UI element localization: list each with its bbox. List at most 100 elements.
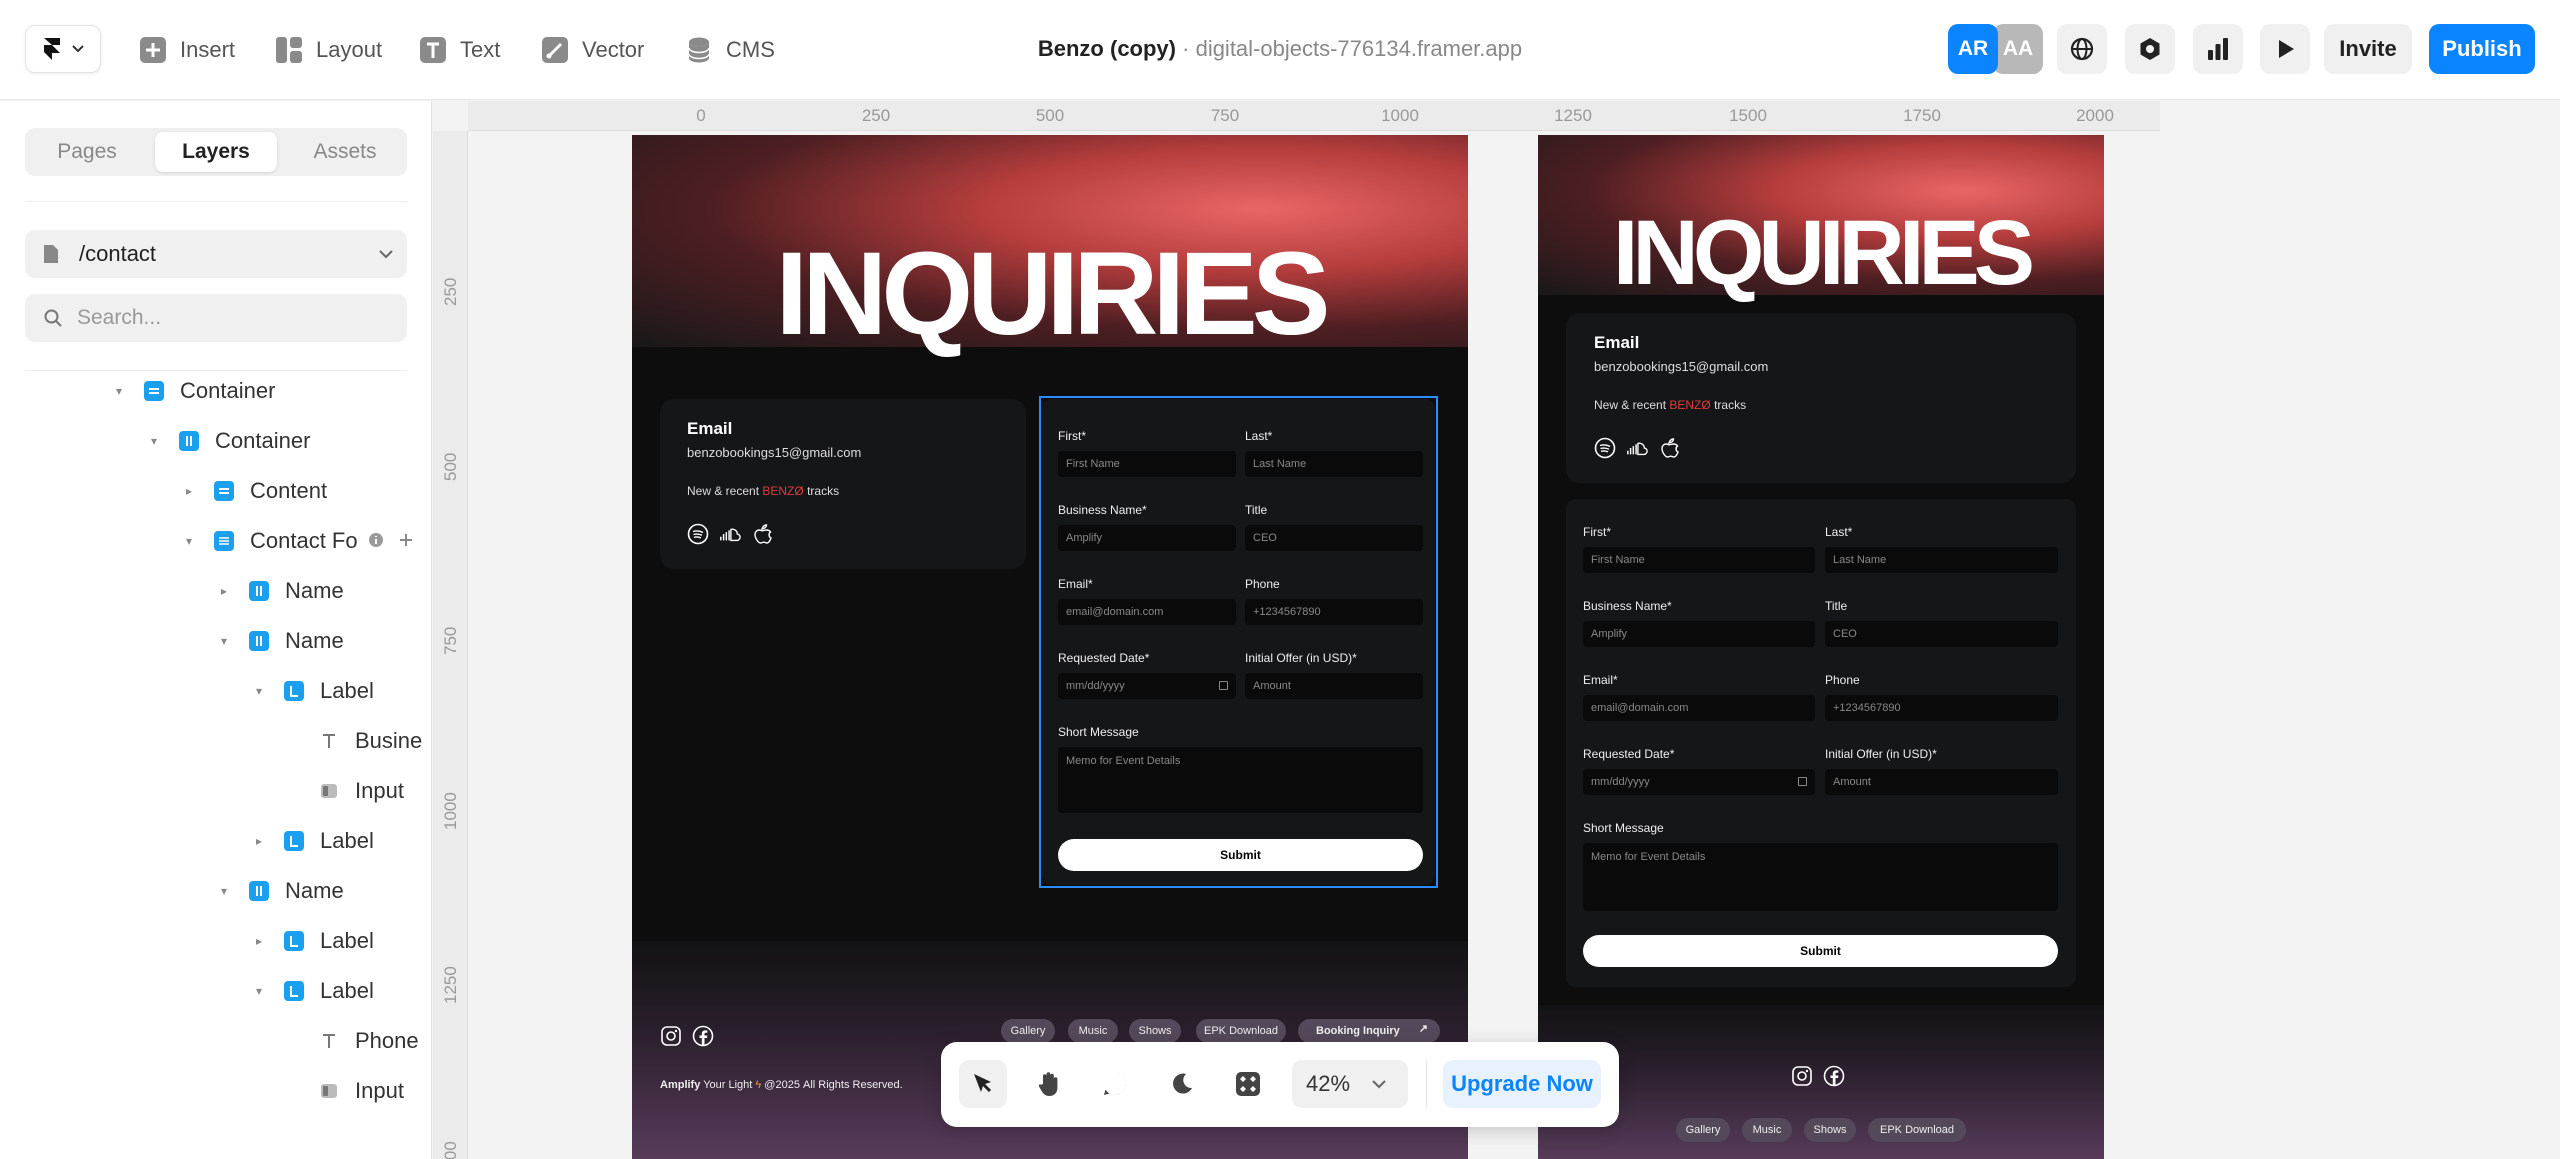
preview-button[interactable] bbox=[2260, 24, 2310, 74]
invite-button[interactable]: Invite bbox=[2324, 24, 2412, 74]
spotify-icon[interactable] bbox=[1594, 437, 1616, 459]
tab-layers[interactable]: Layers bbox=[155, 132, 277, 172]
initial-offer-input[interactable]: Amount bbox=[1825, 769, 2058, 795]
dark-mode-toggle[interactable] bbox=[1158, 1060, 1206, 1108]
footer-nav-shows[interactable]: Shows bbox=[1129, 1019, 1181, 1043]
text-button[interactable]: Text bbox=[418, 32, 500, 68]
caret-right-icon[interactable]: ▸ bbox=[182, 484, 196, 498]
layer-row[interactable]: ▾ Name bbox=[217, 621, 344, 661]
last-name-input[interactable]: Last Name bbox=[1245, 451, 1423, 477]
footer-nav-music[interactable]: Music bbox=[1742, 1118, 1792, 1142]
zoom-select[interactable]: 42% bbox=[1292, 1060, 1408, 1108]
short-message-textarea[interactable]: Memo for Event Details bbox=[1583, 843, 2058, 911]
layer-row[interactable]: Busine bbox=[287, 721, 422, 761]
contact-form[interactable]: First* First Name Last* Last Name Busine… bbox=[1566, 499, 2076, 987]
tab-pages[interactable]: Pages bbox=[29, 132, 145, 172]
layer-row[interactable]: ▾ Label bbox=[252, 971, 374, 1011]
business-name-input[interactable]: Amplify bbox=[1583, 621, 1815, 647]
submit-button[interactable]: Submit bbox=[1583, 935, 2058, 967]
short-message-textarea[interactable]: Memo for Event Details bbox=[1058, 747, 1423, 813]
layer-row[interactable]: Input bbox=[287, 771, 404, 811]
phone-input[interactable]: +1234567890 bbox=[1245, 599, 1423, 625]
select-tool[interactable] bbox=[959, 1060, 1007, 1108]
initial-offer-input[interactable]: Amount bbox=[1245, 673, 1423, 699]
title-input[interactable]: CEO bbox=[1825, 621, 2058, 647]
caret-down-icon[interactable]: ▾ bbox=[217, 634, 231, 648]
spotify-icon[interactable] bbox=[687, 523, 709, 545]
requested-date-input[interactable]: mm/dd/yyyy bbox=[1583, 769, 1815, 795]
caret-down-icon[interactable]: ▾ bbox=[112, 384, 126, 398]
tab-assets[interactable]: Assets bbox=[287, 132, 403, 172]
instagram-icon[interactable] bbox=[1791, 1065, 1813, 1087]
business-name-input[interactable]: Amplify bbox=[1058, 525, 1236, 551]
first-name-input[interactable]: First Name bbox=[1058, 451, 1236, 477]
email-card[interactable]: Email benzobookings15@gmail.com New & re… bbox=[660, 399, 1026, 569]
caret-down-icon[interactable]: ▾ bbox=[252, 684, 266, 698]
layer-row[interactable]: ▸ Content bbox=[182, 471, 327, 511]
cms-button[interactable]: CMS bbox=[684, 32, 775, 68]
submit-button[interactable]: Submit bbox=[1058, 839, 1423, 871]
caret-down-icon[interactable]: ▾ bbox=[147, 434, 161, 448]
apple-music-icon[interactable] bbox=[1658, 437, 1680, 459]
desktop-breakpoint-frame[interactable]: INQUIRIES Email benzobookings15@gmail.co… bbox=[632, 135, 1468, 1159]
analytics-button[interactable] bbox=[2193, 24, 2243, 74]
layer-row[interactable]: ▾ Name bbox=[217, 871, 344, 911]
email-input[interactable]: email@domain.com bbox=[1583, 695, 1815, 721]
footer-nav-booking-inquiry[interactable]: Booking Inquiry ↗ bbox=[1298, 1019, 1440, 1043]
email-address[interactable]: benzobookings15@gmail.com bbox=[687, 445, 861, 460]
calendar-icon[interactable] bbox=[1219, 681, 1228, 690]
layer-row[interactable]: ▸ Name bbox=[217, 571, 344, 611]
phone-input[interactable]: +1234567890 bbox=[1825, 695, 2058, 721]
email-card[interactable]: Email benzobookings15@gmail.com New & re… bbox=[1566, 313, 2076, 483]
layer-row[interactable]: ▾ Contact Fo bbox=[182, 521, 414, 561]
facebook-icon[interactable] bbox=[692, 1025, 714, 1047]
layer-row[interactable]: ▾ Container bbox=[147, 421, 310, 461]
upgrade-button[interactable]: Upgrade Now bbox=[1443, 1060, 1601, 1108]
tablet-breakpoint-frame[interactable]: INQUIRIES Email benzobookings15@gmail.co… bbox=[1538, 135, 2104, 1159]
soundcloud-icon[interactable] bbox=[1626, 437, 1648, 459]
caret-right-icon[interactable]: ▸ bbox=[252, 934, 266, 948]
soundcloud-icon[interactable] bbox=[719, 523, 741, 545]
apple-music-icon[interactable] bbox=[751, 523, 773, 545]
info-icon[interactable] bbox=[368, 528, 384, 554]
contact-form[interactable]: First* First Name Last* Last Name Busine… bbox=[1042, 399, 1435, 885]
instagram-icon[interactable] bbox=[660, 1025, 682, 1047]
layer-row[interactable]: ▾ Container bbox=[112, 371, 275, 411]
email-input[interactable]: email@domain.com bbox=[1058, 599, 1236, 625]
page-select[interactable]: /contact bbox=[25, 230, 407, 278]
caret-right-icon[interactable]: ▸ bbox=[217, 584, 231, 598]
footer-nav-shows[interactable]: Shows bbox=[1804, 1118, 1856, 1142]
requested-date-input[interactable]: mm/dd/yyyy bbox=[1058, 673, 1236, 699]
footer-nav-epk-download[interactable]: EPK Download bbox=[1196, 1019, 1286, 1043]
layer-row[interactable]: Phone bbox=[287, 1021, 419, 1061]
avatar[interactable]: AA bbox=[1993, 24, 2043, 74]
framer-menu-button[interactable] bbox=[25, 25, 101, 73]
footer-nav-gallery[interactable]: Gallery bbox=[1001, 1019, 1055, 1043]
insert-button[interactable]: Insert bbox=[138, 32, 235, 68]
footer-nav-epk-download[interactable]: EPK Download bbox=[1868, 1118, 1966, 1142]
title-input[interactable]: CEO bbox=[1245, 525, 1423, 551]
layer-row[interactable]: ▾ Label bbox=[252, 671, 374, 711]
facebook-icon[interactable] bbox=[1823, 1065, 1845, 1087]
caret-right-icon[interactable]: ▸ bbox=[252, 834, 266, 848]
first-name-input[interactable]: First Name bbox=[1583, 547, 1815, 573]
layer-row[interactable]: Input bbox=[287, 1071, 404, 1111]
footer-nav-gallery[interactable]: Gallery bbox=[1676, 1118, 1730, 1142]
language-button[interactable] bbox=[2057, 24, 2107, 74]
design-canvas[interactable]: 0 250 500 750 1000 1250 1500 1750 2000 2… bbox=[433, 101, 2560, 1159]
layer-row[interactable]: ▸ Label bbox=[252, 921, 374, 961]
vector-button[interactable]: Vector bbox=[540, 32, 644, 68]
layers-search[interactable]: Search... bbox=[25, 294, 407, 342]
hand-tool[interactable] bbox=[1025, 1060, 1073, 1108]
settings-button[interactable] bbox=[2125, 24, 2175, 74]
avatar[interactable]: AR bbox=[1948, 24, 1998, 74]
publish-button[interactable]: Publish bbox=[2429, 24, 2535, 74]
comment-tool[interactable] bbox=[1091, 1060, 1139, 1108]
caret-down-icon[interactable]: ▾ bbox=[182, 534, 196, 548]
layer-row[interactable]: ▸ Label bbox=[252, 821, 374, 861]
last-name-input[interactable]: Last Name bbox=[1825, 547, 2058, 573]
caret-down-icon[interactable]: ▾ bbox=[252, 984, 266, 998]
components-tool[interactable] bbox=[1224, 1060, 1272, 1108]
add-layer-icon[interactable] bbox=[398, 528, 414, 554]
layout-button[interactable]: Layout bbox=[274, 32, 382, 68]
